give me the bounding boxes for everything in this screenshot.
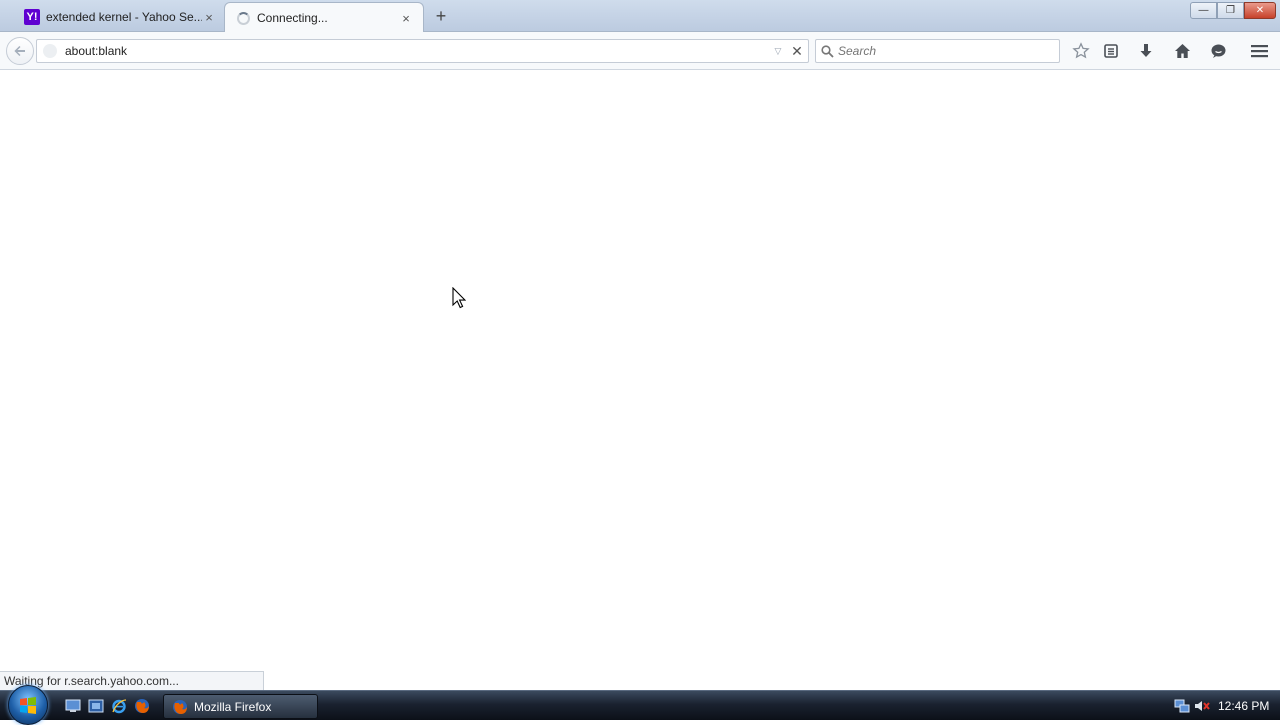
back-arrow-icon xyxy=(14,46,25,56)
system-tray: 12:46 PM xyxy=(1170,691,1280,721)
site-identity-icon[interactable] xyxy=(43,44,57,58)
yahoo-icon: Y! xyxy=(24,9,40,25)
tab-title: Connecting... xyxy=(257,11,328,25)
windows-taskbar: Mozilla Firefox 12:46 PM xyxy=(0,685,1280,725)
url-bar[interactable]: about:blank ▽ ✕ xyxy=(36,39,809,63)
start-button[interactable] xyxy=(8,685,48,725)
maximize-button[interactable]: ❐ xyxy=(1217,2,1244,19)
tab-title: extended kernel - Yahoo Se... xyxy=(46,10,202,24)
desktop-icon xyxy=(65,699,81,712)
search-input[interactable] xyxy=(838,44,1048,58)
navigation-toolbar: about:blank ▽ ✕ xyxy=(0,32,1280,70)
mouse-cursor-icon xyxy=(452,287,466,309)
internet-explorer-icon xyxy=(112,699,127,714)
volume-muted-icon[interactable] xyxy=(1194,698,1210,714)
open-menu-button[interactable] xyxy=(1248,41,1270,61)
page-content xyxy=(0,71,1280,690)
firefox-icon xyxy=(173,699,187,714)
tab-connecting[interactable]: Connecting... × xyxy=(224,2,424,33)
network-icon[interactable] xyxy=(1174,698,1190,714)
tab-yahoo-search[interactable]: Y! extended kernel - Yahoo Se... × xyxy=(14,2,226,32)
stop-loading-button[interactable]: ✕ xyxy=(786,43,808,60)
url-text[interactable]: about:blank xyxy=(65,44,770,58)
status-panel: Waiting for r.search.yahoo.com... xyxy=(0,671,264,690)
show-desktop-button[interactable] xyxy=(64,698,82,714)
tab-close-icon[interactable]: × xyxy=(399,11,413,26)
back-button[interactable] xyxy=(6,37,34,65)
switch-windows-button[interactable] xyxy=(87,698,105,714)
firefox-launcher[interactable] xyxy=(133,698,151,714)
firefox-icon xyxy=(135,699,149,713)
home-button[interactable] xyxy=(1171,41,1193,61)
tab-strip: Y! extended kernel - Yahoo Se... × Conne… xyxy=(0,0,1280,33)
bookmarks-list-icon xyxy=(1104,44,1118,58)
chat-bubble-icon xyxy=(1211,44,1225,58)
home-icon xyxy=(1174,44,1190,58)
taskbar-firefox-button[interactable]: Mozilla Firefox xyxy=(163,694,318,719)
hello-chat-button[interactable] xyxy=(1207,41,1229,61)
new-tab-button[interactable]: + xyxy=(430,6,452,26)
bookmarks-menu-button[interactable] xyxy=(1100,41,1122,61)
history-dropdown-icon[interactable]: ▽ xyxy=(770,46,786,57)
close-window-button[interactable]: ✕ xyxy=(1244,2,1276,19)
minimize-button[interactable]: — xyxy=(1190,2,1217,19)
switch-windows-icon xyxy=(88,699,104,713)
taskbar-clock[interactable]: 12:46 PM xyxy=(1218,699,1269,713)
downloads-button[interactable] xyxy=(1135,41,1157,61)
search-icon[interactable] xyxy=(816,44,838,58)
taskbar-button-label: Mozilla Firefox xyxy=(194,699,272,714)
internet-explorer-launcher[interactable] xyxy=(110,698,128,714)
windows-logo-icon xyxy=(20,697,36,714)
star-icon xyxy=(1072,42,1090,59)
tab-close-icon[interactable]: × xyxy=(202,10,216,25)
loading-spinner-icon xyxy=(235,10,251,26)
hamburger-menu-icon xyxy=(1250,45,1268,58)
download-arrow-icon xyxy=(1140,44,1152,57)
search-bar[interactable] xyxy=(815,39,1060,63)
bookmark-star-button[interactable] xyxy=(1070,41,1092,61)
